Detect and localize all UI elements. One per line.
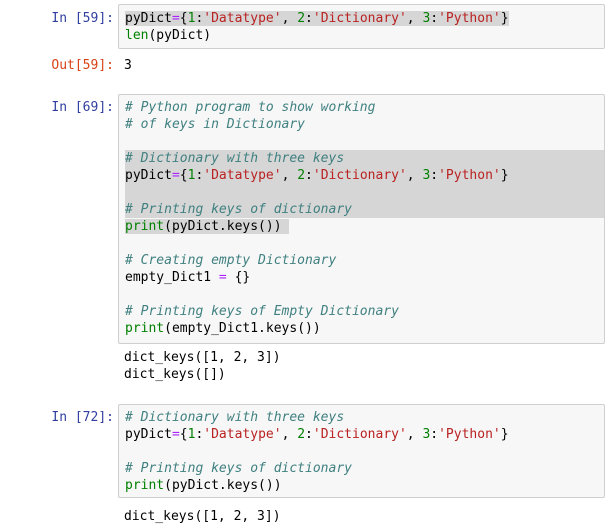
output-line: dict_keys([1, 2, 3]) [124,350,281,365]
code-input-area[interactable]: # Python program to show working # of ke… [118,94,605,344]
code-line: # Printing keys of Empty Dictionary [125,304,399,319]
code-line: len(pyDict) [125,28,212,43]
code-line: # Python program to show working [125,100,376,115]
code-line: pyDict={1:'Datatype', 2:'Dictionary', 3:… [125,427,509,442]
code-cell-59[interactable]: In [59]: pyDict={1:'Datatype', 2:'Dictio… [0,4,605,62]
code-line: print(pyDict.keys()) [125,478,282,493]
code-line: # Printing keys of dictionary [125,461,352,476]
code-line: # Dictionary with three keys [125,410,345,425]
code-line: print(empty_Dict1.keys()) [125,321,321,336]
code-cell-69[interactable]: In [69]: # Python program to show workin… [0,94,605,344]
code-input-area[interactable]: # Dictionary with three keys pyDict={1:'… [118,404,605,498]
code-line: pyDict={1:'Datatype', 2:'Dictionary', 3:… [125,11,509,26]
cell-output: dict_keys([1, 2, 3]) [124,508,281,525]
input-prompt: In [69]: [51,100,114,115]
code-input-area[interactable]: pyDict={1:'Datatype', 2:'Dictionary', 3:… [118,4,605,49]
blank-line [125,184,604,201]
code-line: pyDict={1:'Datatype', 2:'Dictionary', 3:… [125,167,604,184]
code-line: # Dictionary with three keys [125,150,604,167]
output-prompt: Out[59]: [51,58,114,73]
output-line: dict_keys([]) [124,367,226,382]
code-cell-72[interactable]: In [72]: # Dictionary with three keys py… [0,404,605,500]
cell-output: 3 [124,58,132,73]
code-line: print(pyDict.keys()) [125,218,604,235]
cell-output: dict_keys([1, 2, 3]) dict_keys([]) [124,349,281,383]
output-line: dict_keys([1, 2, 3]) [124,509,281,524]
code-line: empty_Dict1 = {} [125,270,251,285]
input-prompt: In [72]: [51,410,114,425]
code-line: # Creating empty Dictionary [125,253,337,268]
code-line: # Printing keys of dictionary [125,201,604,218]
code-line: # of keys in Dictionary [125,117,306,132]
input-prompt: In [59]: [51,11,114,26]
